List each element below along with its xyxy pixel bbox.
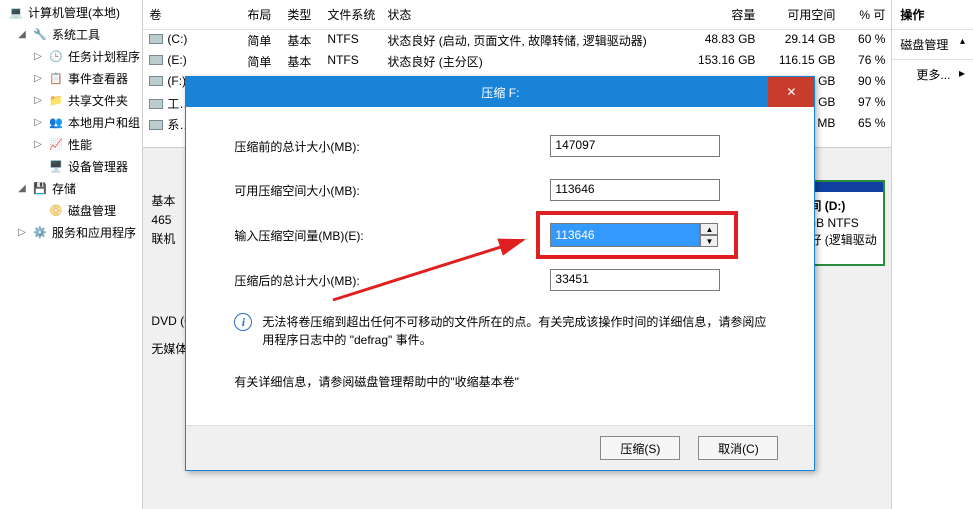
- expander-icon[interactable]: ◢: [16, 180, 28, 198]
- services-icon: ⚙️: [32, 225, 48, 241]
- expander-icon[interactable]: ▷: [32, 136, 44, 154]
- volume-header: 卷 布局 类型 文件系统 状态 容量 可用空间 % 可: [143, 0, 891, 30]
- table-row[interactable]: (E:)简单基本NTFS状态良好 (主分区)153.16 GB116.15 GB…: [143, 51, 891, 72]
- avail-size-label: 可用压缩空间大小(MB):: [234, 182, 550, 199]
- tree-performance[interactable]: ▷📈性能: [0, 134, 142, 156]
- expander-icon[interactable]: ▷: [32, 70, 44, 88]
- expander-icon[interactable]: ▷: [32, 92, 44, 110]
- actions-disk-mgmt[interactable]: 磁盘管理▴: [892, 30, 973, 60]
- close-icon: ✕: [786, 85, 796, 99]
- expander-icon[interactable]: ▷: [32, 48, 44, 66]
- chevron-right-icon: ▸: [959, 66, 965, 80]
- storage-icon: 💾: [32, 181, 48, 197]
- col-layout[interactable]: 布局: [241, 4, 281, 25]
- after-size-label: 压缩后的总计大小(MB):: [234, 272, 550, 289]
- disk-icon: 📀: [48, 203, 64, 219]
- actions-more[interactable]: 更多...▸: [892, 60, 973, 89]
- drive-icon: [149, 34, 163, 44]
- col-capacity[interactable]: 容量: [681, 4, 761, 25]
- event-icon: 📋: [48, 71, 64, 87]
- cancel-button[interactable]: 取消(C): [698, 436, 778, 460]
- col-percent[interactable]: % 可: [841, 4, 891, 25]
- drive-icon: [149, 120, 163, 130]
- shrink-button[interactable]: 压缩(S): [600, 436, 680, 460]
- highlight-annotation: [536, 211, 738, 259]
- close-button[interactable]: ✕: [768, 77, 814, 107]
- drive-icon: [149, 76, 163, 86]
- tree-disk-management[interactable]: 📀磁盘管理: [0, 200, 142, 222]
- clock-icon: 🕒: [48, 49, 64, 65]
- tree-local-users[interactable]: ▷👥本地用户和组: [0, 112, 142, 134]
- tools-icon: 🔧: [32, 27, 48, 43]
- helper-text: 有关详细信息，请参阅磁盘管理帮助中的"收缩基本卷": [234, 373, 766, 390]
- tree-shared-folders[interactable]: ▷📁共享文件夹: [0, 90, 142, 112]
- after-size-value: 33451: [550, 269, 720, 291]
- tree-services[interactable]: ▷⚙️服务和应用程序: [0, 222, 142, 244]
- volume-pane: 卷 布局 类型 文件系统 状态 容量 可用空间 % 可 (C:)简单基本NTFS…: [143, 0, 891, 509]
- tree-device-manager[interactable]: 🖥️设备管理器: [0, 156, 142, 178]
- before-size-label: 压缩前的总计大小(MB):: [234, 138, 550, 155]
- before-size-value: 147097: [550, 135, 720, 157]
- tree-root[interactable]: 💻计算机管理(本地): [0, 2, 142, 24]
- chevron-up-icon: ▴: [960, 36, 965, 47]
- expander-icon[interactable]: ◢: [16, 26, 28, 44]
- expander-icon[interactable]: ▷: [16, 224, 28, 242]
- folder-icon: 📁: [48, 93, 64, 109]
- left-tree: 💻计算机管理(本地) ◢🔧系统工具 ▷🕒任务计划程序 ▷📋事件查看器 ▷📁共享文…: [0, 0, 143, 509]
- computer-icon: 💻: [8, 5, 24, 21]
- col-volume[interactable]: 卷: [143, 4, 241, 25]
- device-icon: 🖥️: [48, 159, 64, 175]
- info-text: 无法将卷压缩到超出任何不可移动的文件所在的点。有关完成该操作时间的详细信息，请参…: [262, 313, 766, 349]
- actions-title: 操作: [892, 0, 973, 30]
- drive-icon: [149, 99, 163, 109]
- col-fs[interactable]: 文件系统: [321, 4, 381, 25]
- disk-basic-info: 基本 465 联机: [151, 192, 175, 250]
- col-status[interactable]: 状态: [381, 4, 681, 25]
- shrink-dialog: 压缩 F: ✕ 压缩前的总计大小(MB): 147097 可用压缩空间大小(MB…: [185, 76, 815, 471]
- expander-icon[interactable]: ▷: [32, 114, 44, 132]
- col-free[interactable]: 可用空间: [761, 4, 841, 25]
- col-type[interactable]: 类型: [281, 4, 321, 25]
- info-icon: i: [234, 313, 252, 331]
- tree-storage[interactable]: ◢💾存储: [0, 178, 142, 200]
- tree-system-tools[interactable]: ◢🔧系统工具: [0, 24, 142, 46]
- nomedia-label: 无媒体: [151, 340, 187, 357]
- users-icon: 👥: [48, 115, 64, 131]
- avail-size-value: 113646: [550, 179, 720, 201]
- dialog-titlebar[interactable]: 压缩 F: ✕: [186, 77, 814, 107]
- perf-icon: 📈: [48, 137, 64, 153]
- table-row[interactable]: (C:)简单基本NTFS状态良好 (启动, 页面文件, 故障转储, 逻辑驱动器)…: [143, 30, 891, 51]
- dialog-title: 压缩 F:: [481, 84, 519, 101]
- enter-size-label: 输入压缩空间量(MB)(E):: [234, 227, 550, 244]
- tree-task-scheduler[interactable]: ▷🕒任务计划程序: [0, 46, 142, 68]
- actions-pane: 操作 磁盘管理▴ 更多...▸: [891, 0, 973, 509]
- drive-icon: [149, 55, 163, 65]
- tree-event-viewer[interactable]: ▷📋事件查看器: [0, 68, 142, 90]
